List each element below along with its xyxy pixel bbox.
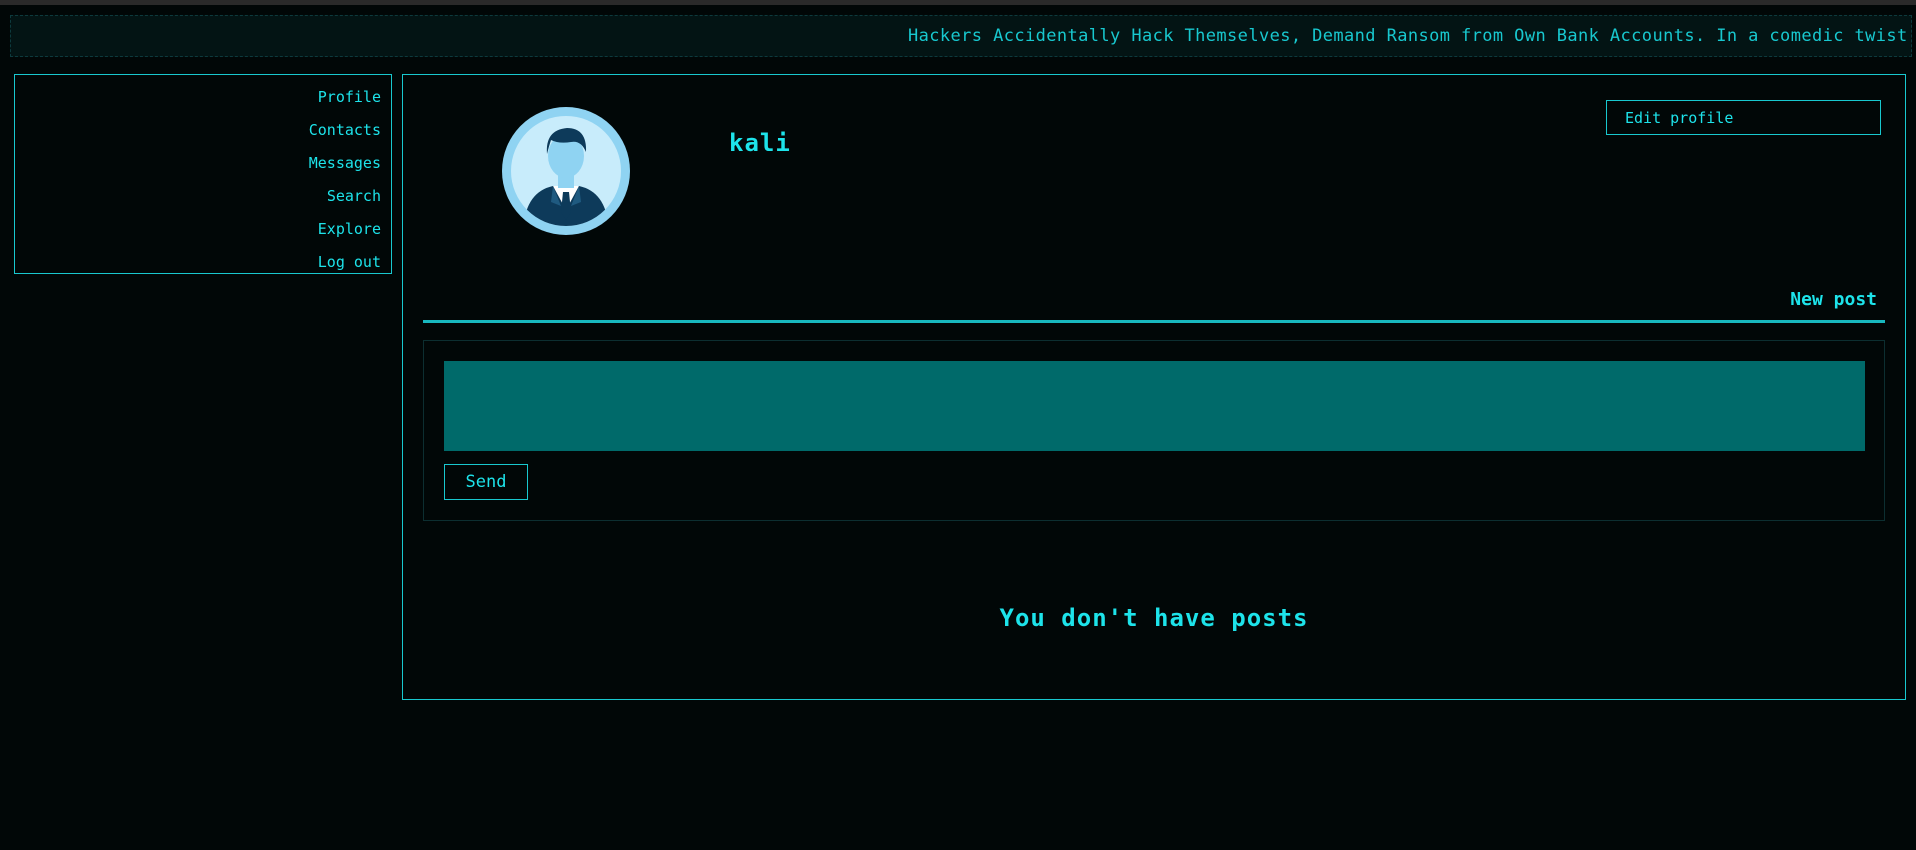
edit-profile-button[interactable]: Edit profile (1606, 100, 1881, 135)
window-top-bar (0, 0, 1916, 5)
sidebar-item-explore[interactable]: Explore (15, 213, 381, 246)
sidebar-nav: Profile Contacts Messages Search Explore… (14, 74, 392, 274)
ticker-text: Hackers Accidentally Hack Themselves, De… (908, 26, 1908, 46)
sidebar-item-messages[interactable]: Messages (15, 147, 381, 180)
sidebar-item-contacts[interactable]: Contacts (15, 114, 381, 147)
empty-posts-message: You don't have posts (999, 604, 1309, 632)
profile-username: kali (729, 129, 791, 157)
user-avatar-icon (501, 106, 631, 236)
section-divider (423, 320, 1885, 323)
post-textarea[interactable] (444, 361, 1865, 451)
new-post-heading: New post (1790, 289, 1877, 310)
sidebar-item-logout[interactable]: Log out (15, 246, 381, 279)
new-post-form: Send (423, 340, 1885, 521)
news-ticker: Hackers Accidentally Hack Themselves, De… (10, 15, 1912, 57)
sidebar-item-search[interactable]: Search (15, 180, 381, 213)
sidebar-item-profile[interactable]: Profile (15, 81, 381, 114)
send-button[interactable]: Send (444, 464, 528, 500)
